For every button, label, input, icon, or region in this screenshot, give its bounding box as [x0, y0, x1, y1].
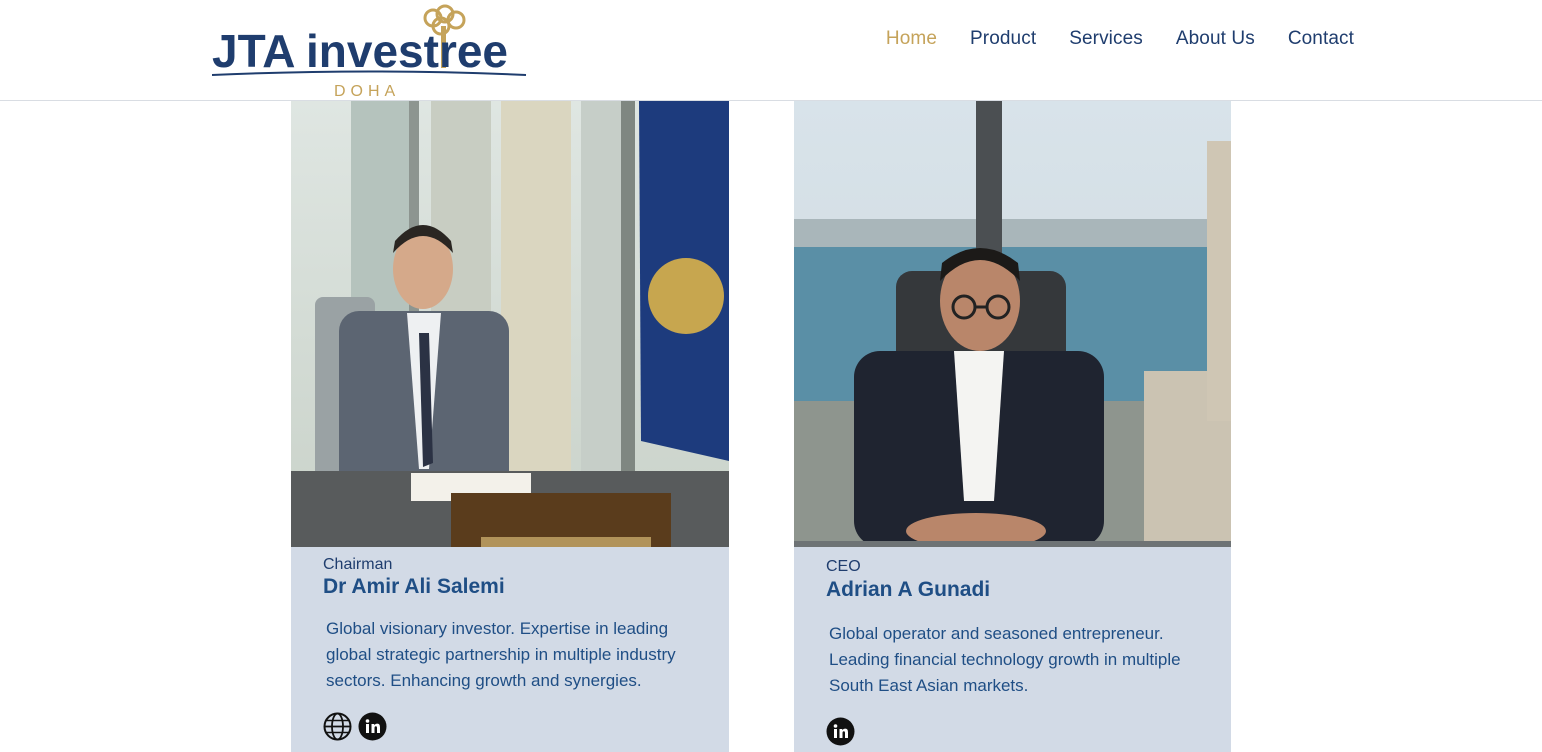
team-card-ceo: CEO Adrian A Gunadi Global operator and … [794, 101, 1231, 752]
linkedin-icon[interactable] [826, 717, 855, 746]
ceo-social-links [826, 717, 855, 746]
chairman-social-links [323, 712, 387, 741]
nav-about-us[interactable]: About Us [1176, 28, 1255, 50]
logo-wordmark-left: JTA [212, 25, 296, 77]
main-nav: Home Product Services About Us Contact [886, 28, 1354, 50]
chairman-role: Chairman [323, 556, 393, 573]
globe-icon[interactable] [323, 712, 352, 741]
site-header: JTA investree DOHA Home Product Services… [0, 0, 1542, 101]
nav-contact[interactable]: Contact [1288, 28, 1354, 50]
nav-home[interactable]: Home [886, 28, 937, 50]
nav-product[interactable]: Product [970, 28, 1036, 50]
logo[interactable]: JTA investree DOHA [212, 4, 532, 100]
nav-services[interactable]: Services [1069, 28, 1143, 50]
chairman-name: Dr Amir Ali Salemi [323, 575, 505, 598]
team-card-chairman: Chairman Dr Amir Ali Salemi Global visio… [291, 101, 729, 752]
chairman-photo [291, 101, 729, 547]
linkedin-icon[interactable] [358, 712, 387, 741]
ceo-photo [794, 101, 1231, 547]
chairman-bio: Global visionary investor. Expertise in … [326, 619, 676, 690]
ceo-role: CEO [826, 558, 861, 575]
ceo-name: Adrian A Gunadi [826, 578, 991, 601]
logo-sub: DOHA [334, 83, 400, 100]
logo-wordmark-right: investree [306, 25, 508, 77]
ceo-bio: Global operator and seasoned entrepreneu… [829, 624, 1181, 695]
